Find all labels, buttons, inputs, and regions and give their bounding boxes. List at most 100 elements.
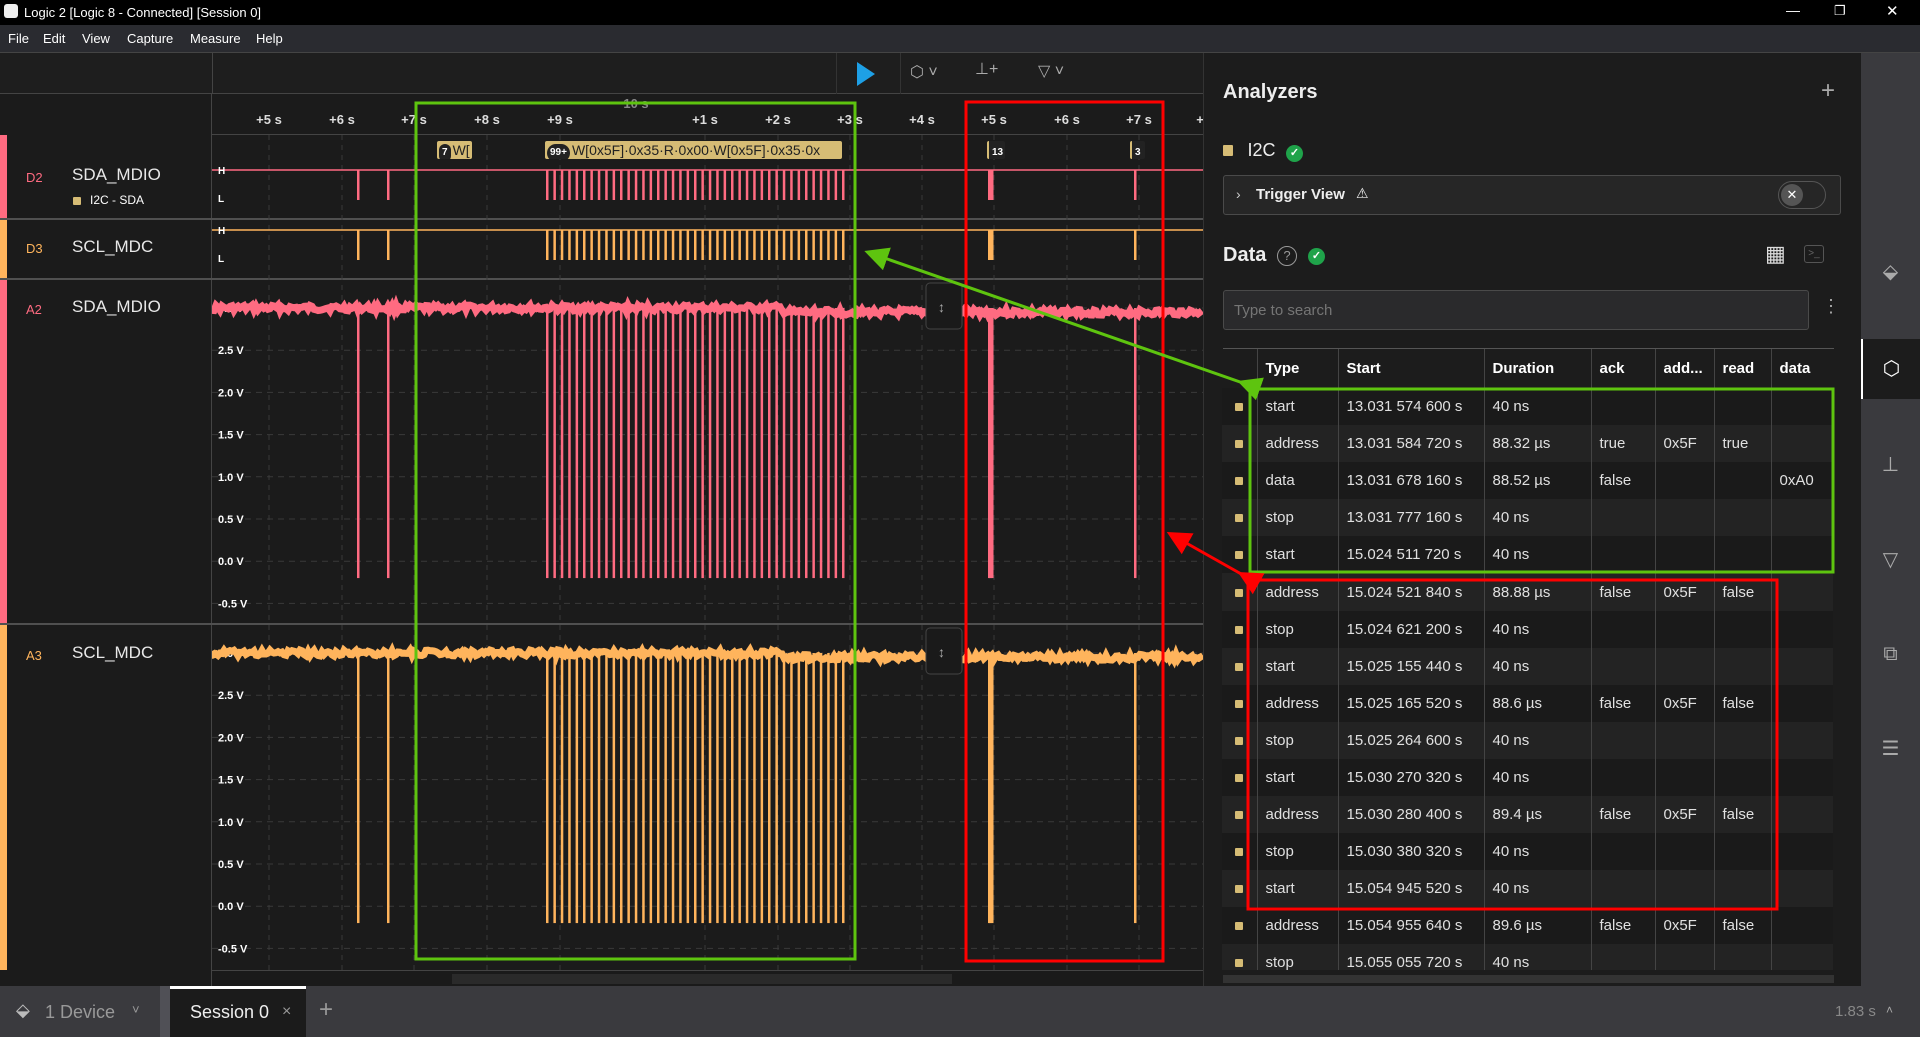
menu-edit[interactable]: Edit: [43, 31, 65, 46]
level-label: L: [218, 254, 224, 265]
table-row[interactable]: start 13.031 574 600 s 40 ns: [1222, 388, 1833, 426]
analog-pulse: [664, 308, 667, 579]
analog-pulse: [671, 653, 675, 924]
menu-measure[interactable]: Measure: [190, 31, 241, 46]
time-ruler[interactable]: 10 s +5 s +6 s +7 s +8 s +9 s +1 s +2 s +3 s +4 …: [212, 94, 1204, 135]
col-data[interactable]: data: [1770, 349, 1833, 388]
row-color-icon: [1222, 499, 1257, 537]
digital-pulse: [560, 230, 564, 260]
notes-icon[interactable]: ☰: [1861, 719, 1920, 779]
analyzer-trigger-icon[interactable]: ⬡ ˅: [910, 62, 938, 82]
trigger-view-toggle[interactable]: ✕: [1778, 181, 1826, 209]
row-color-icon: [1222, 796, 1257, 834]
col-type[interactable]: Type: [1256, 349, 1338, 388]
analog-pulse: [642, 653, 645, 924]
close-tab-icon[interactable]: ×: [282, 1003, 291, 1021]
menu-file[interactable]: File: [8, 31, 29, 46]
timing-marker-icon[interactable]: ⊥+: [975, 59, 998, 79]
menu-help[interactable]: Help: [256, 31, 283, 46]
digital-pulse: [812, 230, 815, 260]
analyzers-icon[interactable]: ⬡: [1861, 339, 1920, 399]
measurement-icon[interactable]: ▽ ˅: [1038, 61, 1064, 81]
col-start[interactable]: Start: [1337, 349, 1484, 388]
measurements-icon[interactable]: ▽: [1861, 530, 1920, 590]
analog-pulse: [686, 653, 690, 924]
minimize-icon[interactable]: —: [1786, 2, 1800, 18]
table-row[interactable]: address 15.024 521 840 s 88.88 µs false 0x5F…: [1222, 573, 1833, 611]
horizontal-scrollbar[interactable]: [212, 970, 1203, 986]
add-analyzer-button[interactable]: +: [1821, 77, 1835, 105]
table-row[interactable]: stop 15.055 055 720 s 40 ns: [1222, 944, 1833, 970]
table-row[interactable]: address 15.054 955 640 s 89.6 µs false 0x5F f…: [1222, 907, 1833, 945]
play-icon[interactable]: [857, 62, 875, 86]
search-input[interactable]: [1223, 290, 1809, 330]
table-cell: 13.031 678 160 s: [1337, 462, 1484, 500]
ruler-tick: +3 s: [837, 112, 863, 127]
analyzer-i2c[interactable]: I2C ✓: [1223, 140, 1303, 162]
tab-session-0[interactable]: Session 0 ×: [170, 986, 306, 1037]
trigger-view-row[interactable]: › Trigger View ⚠ ✕: [1223, 175, 1841, 215]
digital-pulse: [583, 170, 586, 200]
table-row[interactable]: address 15.025 165 520 s 88.6 µs false 0x5F f…: [1222, 684, 1833, 722]
data-table: Type Start Duration ack add... read data…: [1222, 349, 1833, 970]
table-cell: [1713, 944, 1771, 970]
analog-pulse: [797, 653, 801, 924]
table-view-icon[interactable]: ▦: [1765, 241, 1786, 267]
table-row[interactable]: stop 15.025 264 600 s 40 ns: [1222, 721, 1833, 759]
annotation-bubble[interactable]: 13: [987, 141, 1005, 159]
table-cell: stop: [1256, 721, 1338, 759]
annotation-bubble[interactable]: 3: [1130, 141, 1145, 159]
col-ack[interactable]: ack: [1590, 349, 1655, 388]
menu-capture[interactable]: Capture: [127, 31, 173, 46]
table-row[interactable]: address 15.030 280 400 s 89.4 µs false 0x5F f…: [1222, 796, 1833, 834]
help-icon[interactable]: ?: [1277, 246, 1297, 266]
terminal-view-icon[interactable]: >_: [1804, 245, 1824, 263]
new-tab-button[interactable]: +: [319, 996, 333, 1024]
digital-pulse: [657, 230, 660, 260]
table-cell: [1590, 944, 1655, 970]
channel-id: A3: [26, 648, 42, 663]
chevron-up-icon[interactable]: ˄: [1886, 1003, 1893, 1017]
table-row[interactable]: start 15.024 511 720 s 40 ns: [1222, 536, 1833, 574]
analog-pulse: [387, 308, 390, 579]
channel-d3[interactable]: D3 SCL_MDC: [0, 220, 212, 278]
table-row[interactable]: start 15.054 945 520 s 40 ns: [1222, 870, 1833, 908]
annotation-bubble[interactable]: 7 W[: [437, 141, 472, 159]
timing-markers-icon[interactable]: ⊥: [1861, 435, 1920, 495]
table-row[interactable]: start 15.030 270 320 s 40 ns: [1222, 758, 1833, 797]
table-cell: [1590, 388, 1655, 426]
level-label: H: [218, 166, 225, 177]
analyzer-name: I2C: [1247, 140, 1276, 160]
table-cell: false: [1713, 573, 1771, 611]
digital-pulse: [612, 170, 616, 200]
channel-a3[interactable]: A3 SCL_MDC: [0, 625, 212, 970]
col-duration[interactable]: Duration: [1483, 349, 1591, 388]
table-row[interactable]: stop 15.030 380 320 s 40 ns: [1222, 833, 1833, 871]
digital-pulse: [642, 170, 645, 200]
menu-view[interactable]: View: [82, 31, 110, 46]
table-cell: [1654, 870, 1714, 908]
table-h-scrollbar[interactable]: [1223, 975, 1834, 983]
restore-icon[interactable]: ❐: [1834, 3, 1846, 19]
device-icon[interactable]: ⬙: [1861, 242, 1920, 302]
close-icon[interactable]: ✕: [1886, 2, 1899, 20]
channel-d2[interactable]: D2 SDA_MDIO I2C - SDA: [0, 135, 212, 219]
extensions-icon[interactable]: ⧉: [1861, 624, 1920, 684]
channel-a2[interactable]: A2 SDA_MDIO: [0, 280, 212, 623]
table-row[interactable]: address 13.031 584 720 s 88.32 µs true 0x5F t…: [1222, 425, 1833, 463]
ruler-tick: +5 s: [256, 112, 282, 127]
table-cell: [1770, 870, 1833, 908]
more-options-icon[interactable]: ⋮: [1822, 296, 1840, 317]
table-row[interactable]: data 13.031 678 160 s 88.52 µs false 0xA0: [1222, 462, 1833, 500]
analog-pulse: [753, 308, 756, 579]
annotation-bubble[interactable]: 99+ W[0x5F]·0x35·R·0x00·W[0x5F]·0x35·0x: [545, 141, 842, 159]
col-address[interactable]: add...: [1654, 349, 1714, 388]
col-read[interactable]: read: [1713, 349, 1771, 388]
table-row[interactable]: start 15.025 155 440 s 40 ns: [1222, 647, 1833, 685]
table-row[interactable]: stop 13.031 777 160 s 40 ns: [1222, 499, 1833, 537]
table-cell: [1654, 610, 1714, 648]
waveform-area[interactable]: HLHL3.0 V2.5 V2.0 V1.5 V1.0 V0.5 V0.0 V-…: [212, 135, 1203, 986]
device-selector[interactable]: ⬙ 1 Device ˅: [0, 986, 160, 1037]
table-row[interactable]: stop 15.024 621 200 s 40 ns: [1222, 610, 1833, 648]
table-cell: 0x5F: [1654, 796, 1714, 834]
